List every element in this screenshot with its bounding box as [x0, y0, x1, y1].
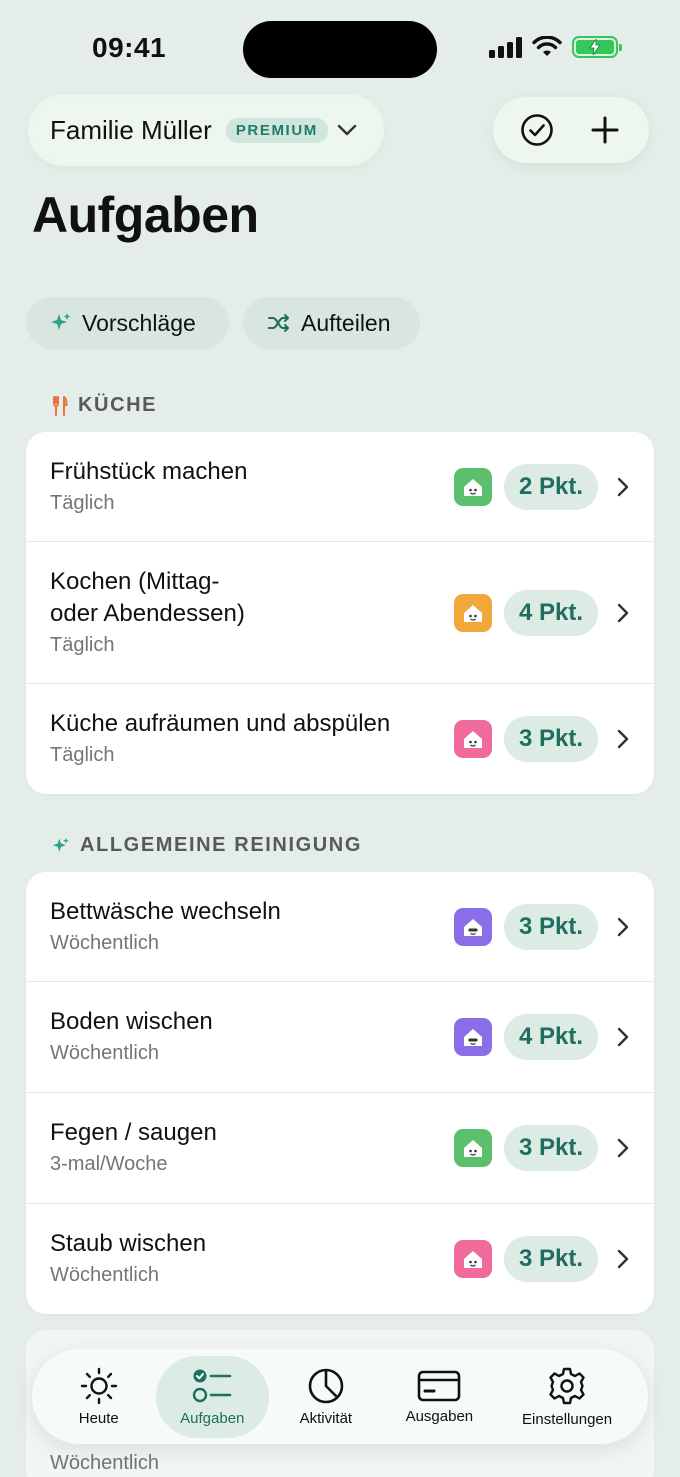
task-row[interactable]: Kochen (Mittag- oder Abendessen) Täglich…: [26, 542, 654, 684]
tab-bar: Heute Aufgaben Aktivität Ausgaben Einste…: [32, 1349, 648, 1444]
assignee-avatar: [454, 1129, 492, 1167]
tab-label: Heute: [78, 1409, 119, 1427]
checkmark-circle-icon: [521, 114, 553, 146]
assignee-avatar: [454, 1018, 492, 1056]
chevron-right-icon: [617, 917, 629, 936]
tab-label: Einstellungen: [522, 1410, 613, 1428]
task-frequency: Wöchentlich: [50, 1042, 159, 1064]
tab-heute[interactable]: Heute: [42, 1356, 156, 1438]
page-title: Aufgaben: [32, 187, 259, 243]
chip-label: Vorschläge: [82, 309, 196, 336]
assignee-avatar: [454, 1240, 492, 1278]
task-row[interactable]: Staub wischen Wöchentlich 3 Pkt.: [26, 1204, 654, 1314]
sparkle-icon: [51, 313, 71, 330]
house-avatar-icon: [464, 731, 482, 748]
task-row[interactable]: Frühstück machen Täglich 2 Pkt.: [26, 432, 654, 542]
cellular-signal-icon: [489, 36, 522, 58]
family-name: Familie Müller: [50, 114, 212, 145]
tab-ausgaben[interactable]: Ausgaben: [383, 1356, 497, 1438]
points-badge: 3 Pkt.: [504, 716, 598, 762]
chevron-down-icon: [337, 124, 357, 136]
points-badge: 4 Pkt.: [504, 1014, 598, 1060]
task-row[interactable]: Küche aufräumen und abspülen Täglich 3 P…: [26, 684, 654, 794]
add-task-button[interactable]: [580, 105, 630, 155]
task-title: Boden wischen: [50, 1008, 213, 1035]
house-avatar-icon: [464, 478, 482, 496]
chevron-right-icon: [617, 1249, 629, 1269]
pie-chart-icon: [308, 1368, 344, 1403]
house-avatar-icon: [464, 1140, 482, 1157]
tab-einstellungen[interactable]: Einstellungen: [496, 1356, 638, 1438]
tab-label: Ausgaben: [405, 1407, 474, 1425]
section-header-kueche: KÜCHE: [52, 394, 157, 417]
tab-label: Aufgaben: [180, 1409, 245, 1427]
task-row[interactable]: Fegen / saugen 3-mal/Woche 3 Pkt.: [26, 1093, 654, 1204]
chevron-right-icon: [617, 477, 629, 496]
checklist-icon: [193, 1369, 232, 1402]
chevron-right-icon: [617, 1027, 629, 1047]
house-avatar-icon: [464, 1251, 482, 1268]
task-row[interactable]: Bettwäsche wechseln Wöchentlich 3 Pkt.: [26, 872, 654, 982]
section-title: ALLGEMEINE REINIGUNG: [80, 834, 363, 856]
gear-icon: [549, 1367, 585, 1404]
task-frequency: 3-mal/Woche: [50, 1153, 168, 1175]
chip-label: Aufteilen: [301, 309, 391, 336]
points-badge: 2 Pkt.: [504, 463, 598, 510]
house-avatar-icon: [464, 1029, 482, 1046]
task-frequency: Wöchentlich: [50, 1452, 159, 1474]
family-switcher[interactable]: Familie Müller PREMIUM: [32, 98, 380, 162]
task-card-reinigung: Bettwäsche wechseln Wöchentlich 3 Pkt. B…: [26, 872, 654, 1314]
premium-badge: PREMIUM: [225, 117, 328, 143]
tab-aufgaben[interactable]: Aufgaben: [155, 1355, 270, 1438]
status-bar: 09:41: [0, 0, 680, 100]
points-badge: 3 Pkt.: [504, 903, 598, 950]
points-badge: 3 Pkt.: [504, 1125, 598, 1171]
task-title: Staub wischen: [50, 1230, 207, 1257]
points-badge: 4 Pkt.: [504, 589, 598, 636]
completed-button[interactable]: [512, 105, 562, 155]
plus-icon: [591, 116, 619, 144]
task-frequency: Wöchentlich: [50, 931, 159, 954]
fork-knife-icon: [53, 395, 68, 416]
split-chip[interactable]: Aufteilen: [243, 297, 420, 349]
task-title: Frühstück machen: [50, 457, 248, 485]
task-row[interactable]: Boden wischen Wöchentlich 4 Pkt.: [26, 982, 654, 1093]
tab-aktivitaet[interactable]: Aktivität: [269, 1356, 383, 1438]
task-title: Bettwäsche wechseln: [50, 897, 281, 925]
header-actions: [493, 97, 649, 163]
sparkle-icon: [52, 837, 69, 852]
task-card-kueche: Frühstück machen Täglich 2 Pkt. Kochen (…: [26, 432, 654, 794]
chevron-right-icon: [617, 1138, 629, 1158]
assignee-avatar: [454, 720, 492, 758]
points-badge: 3 Pkt.: [504, 1236, 598, 1282]
house-avatar-icon: [464, 604, 482, 622]
section-title: KÜCHE: [78, 394, 158, 416]
assignee-avatar: [454, 467, 492, 506]
assignee-avatar: [454, 593, 492, 632]
chevron-right-icon: [617, 729, 629, 749]
credit-card-icon: [418, 1370, 461, 1401]
task-title: Küche aufräumen und abspülen: [50, 710, 391, 737]
task-frequency: Täglich: [50, 633, 115, 656]
status-icons: [489, 36, 622, 58]
shuffle-icon: [268, 314, 289, 332]
chevron-right-icon: [617, 603, 629, 622]
tab-label: Aktivität: [299, 1409, 353, 1427]
assignee-avatar: [454, 907, 492, 946]
house-avatar-icon: [464, 918, 482, 936]
section-header-reinigung: ALLGEMEINE REINIGUNG: [52, 834, 362, 857]
task-title: Kochen (Mittag- oder Abendessen): [50, 567, 245, 627]
sun-icon: [80, 1367, 117, 1404]
task-frequency: Wöchentlich: [50, 1264, 159, 1286]
battery-icon: [572, 36, 622, 58]
status-time: 09:41: [92, 32, 167, 63]
wifi-icon: [532, 36, 562, 56]
task-frequency: Täglich: [50, 491, 115, 514]
dynamic-island: [243, 21, 437, 78]
task-frequency: Täglich: [50, 744, 115, 766]
task-title: Fegen / saugen: [50, 1119, 217, 1146]
suggestions-chip[interactable]: Vorschläge: [26, 297, 229, 349]
